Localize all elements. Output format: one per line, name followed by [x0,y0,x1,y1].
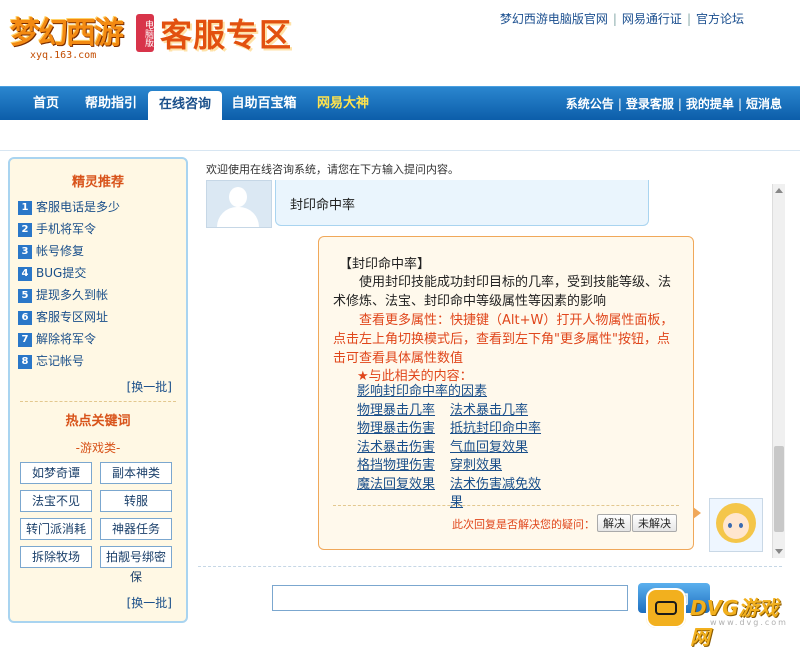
link-passport[interactable]: 网易通行证 [622,12,682,26]
faq-item[interactable]: 6 客服专区网址 [18,306,186,328]
answer-more-info: 查看更多属性：快捷键（Alt+W）打开人物属性面板，点击左上角切换模式后，查看到… [333,313,674,366]
tab-netease-dashen[interactable]: 网易大神 [310,87,376,121]
watermark-sub: www.dvg.com [710,618,788,627]
related-link[interactable]: 格挡物理伤害 [357,457,450,476]
header: 梦幻西游 xyq.163.com 电脑版 客服专区 梦幻西游电脑版官网 | 网易通行… [0,0,800,86]
user-question-text: 封印命中率 [290,198,356,213]
keyword-button[interactable]: 转门派消耗 [20,518,92,540]
related-link[interactable]: 影响封印命中率的因素 [357,383,543,402]
keyword-button[interactable]: 拆除牧场 [20,546,92,568]
watermark: DVG游戏网 www.dvg.com [646,588,796,649]
user-avatar [206,180,272,228]
link-official-site[interactable]: 梦幻西游电脑版官网 [500,12,608,26]
zone-title: 客服专区 [160,16,293,54]
keyword-category: -游戏类- [75,441,121,455]
nav-right-links: 系统公告 | 登录客服 | 我的提单 | 短消息 [565,97,782,111]
keyword-button[interactable]: 副本神类 [100,462,172,484]
game-logo[interactable]: 梦幻西游 xyq.163.com 电脑版 [8,6,154,66]
faq-item[interactable]: 7 解除将军令 [18,328,186,350]
chat-scrollbar[interactable] [772,184,785,558]
scroll-up-arrow[interactable] [775,188,783,193]
logo-badge: 电脑版 [136,14,154,52]
related-link[interactable]: 抵抗封印命中率 [450,420,543,439]
faq-item[interactable]: 2 手机将军令 [18,218,186,240]
related-link[interactable]: 魔法回复效果 [357,476,450,513]
link-messages[interactable]: 短消息 [746,97,782,111]
faq-item[interactable]: 3 帐号修复 [18,240,186,262]
top-links: 梦幻西游电脑版官网 | 网易通行证 | 官方论坛 [499,12,744,26]
scroll-thumb[interactable] [774,446,784,532]
unresolved-button[interactable]: 未解决 [632,514,677,532]
keyword-grid: 如梦奇谭 副本神类 法宝不见 转服 转门派消耗 神器任务 拆除牧场 拍靓号绑密保 [20,462,186,584]
answer-bubble: 【封印命中率】 使用封印技能成功封印目标的几率，受到技能等级、法术修炼、法宝、封… [318,236,701,550]
related-link[interactable]: 法术暴击伤害 [357,439,450,458]
resolved-button[interactable]: 解决 [597,514,631,532]
related-link[interactable]: 气血回复效果 [450,439,543,458]
faq-item[interactable]: 5 提现多久到帐 [18,284,186,306]
related-title: ★与此相关的内容： [357,369,473,384]
assistant-avatar [709,498,763,552]
keyword-button[interactable]: 拍靓号绑密保 [100,546,172,584]
faq-item[interactable]: 1 客服电话是多少 [18,196,186,218]
keyword-button[interactable]: 神器任务 [100,518,172,540]
sidebar: 精灵推荐 1 客服电话是多少 2 手机将军令 3 帐号修复 4 BUG提交 5 提现多久到… [8,157,188,623]
tab-home[interactable]: 首页 [20,87,72,121]
divider [20,401,176,402]
keyword-button[interactable]: 如梦奇谭 [20,462,92,484]
related-link[interactable]: 物理暴击伤害 [357,420,450,439]
faq-item[interactable]: 8 忘记帐号 [18,350,186,372]
logo-text: 梦幻西游 [10,16,124,51]
keyword-button[interactable]: 法宝不见 [20,490,92,512]
tab-help[interactable]: 帮助指引 [78,87,144,121]
scroll-down-arrow[interactable] [775,549,783,554]
main-nav: 首页 帮助指引 在线咨询 自助百宝箱 网易大神 系统公告 | 登录客服 | 我的提单 | 短… [0,86,800,121]
gamepad-icon [646,588,686,628]
related-links: 影响封印命中率的因素 物理暴击几率 法术暴击几率 物理暴击伤害 抵抗封印命中率 法术… [357,383,543,513]
answer-title: 【封印命中率】 [339,257,431,272]
feedback-question: 此次回复是否解决您的疑问： [452,518,595,531]
link-announcement[interactable]: 系统公告 [566,97,614,111]
tab-online-consult[interactable]: 在线咨询 [148,91,222,121]
logo-url: xyq.163.com [30,50,97,61]
related-link[interactable]: 物理暴击几率 [357,402,450,421]
link-login[interactable]: 登录客服 [626,97,674,111]
link-my-tickets[interactable]: 我的提单 [686,97,734,111]
change-batch-link[interactable]: [换一批] [10,378,172,395]
related-link[interactable]: 法术暴击几率 [450,402,543,421]
sub-bar [0,120,800,151]
tab-toolbox[interactable]: 自助百宝箱 [228,87,300,121]
faq-list: 1 客服电话是多少 2 手机将军令 3 帐号修复 4 BUG提交 5 提现多久到帐 6 客服… [18,196,186,372]
related-link[interactable]: 法术伤害减免效果 [450,476,543,513]
feedback-row: 此次回复是否解决您的疑问： 解决 未解决 [333,505,679,532]
answer-body: 使用封印技能成功封印目标的几率，受到技能等级、法术修炼、法宝、封印命中等级属性等… [333,275,672,309]
keywords-title: 热点关键词 [65,414,131,429]
welcome-text: 欢迎使用在线咨询系统，请您在下方输入提问内容。 [206,163,459,176]
change-batch-link-bottom[interactable]: [换一批] [127,594,172,611]
keyword-button[interactable]: 转服 [100,490,172,512]
faq-item[interactable]: 4 BUG提交 [18,262,186,284]
divider [198,566,782,567]
link-forum[interactable]: 官方论坛 [696,12,744,26]
related-link[interactable]: 穿刺效果 [450,457,543,476]
recommend-title: 精灵推荐 [71,175,124,190]
question-input[interactable] [272,585,628,611]
user-question-bubble: 封印命中率 [275,180,649,226]
